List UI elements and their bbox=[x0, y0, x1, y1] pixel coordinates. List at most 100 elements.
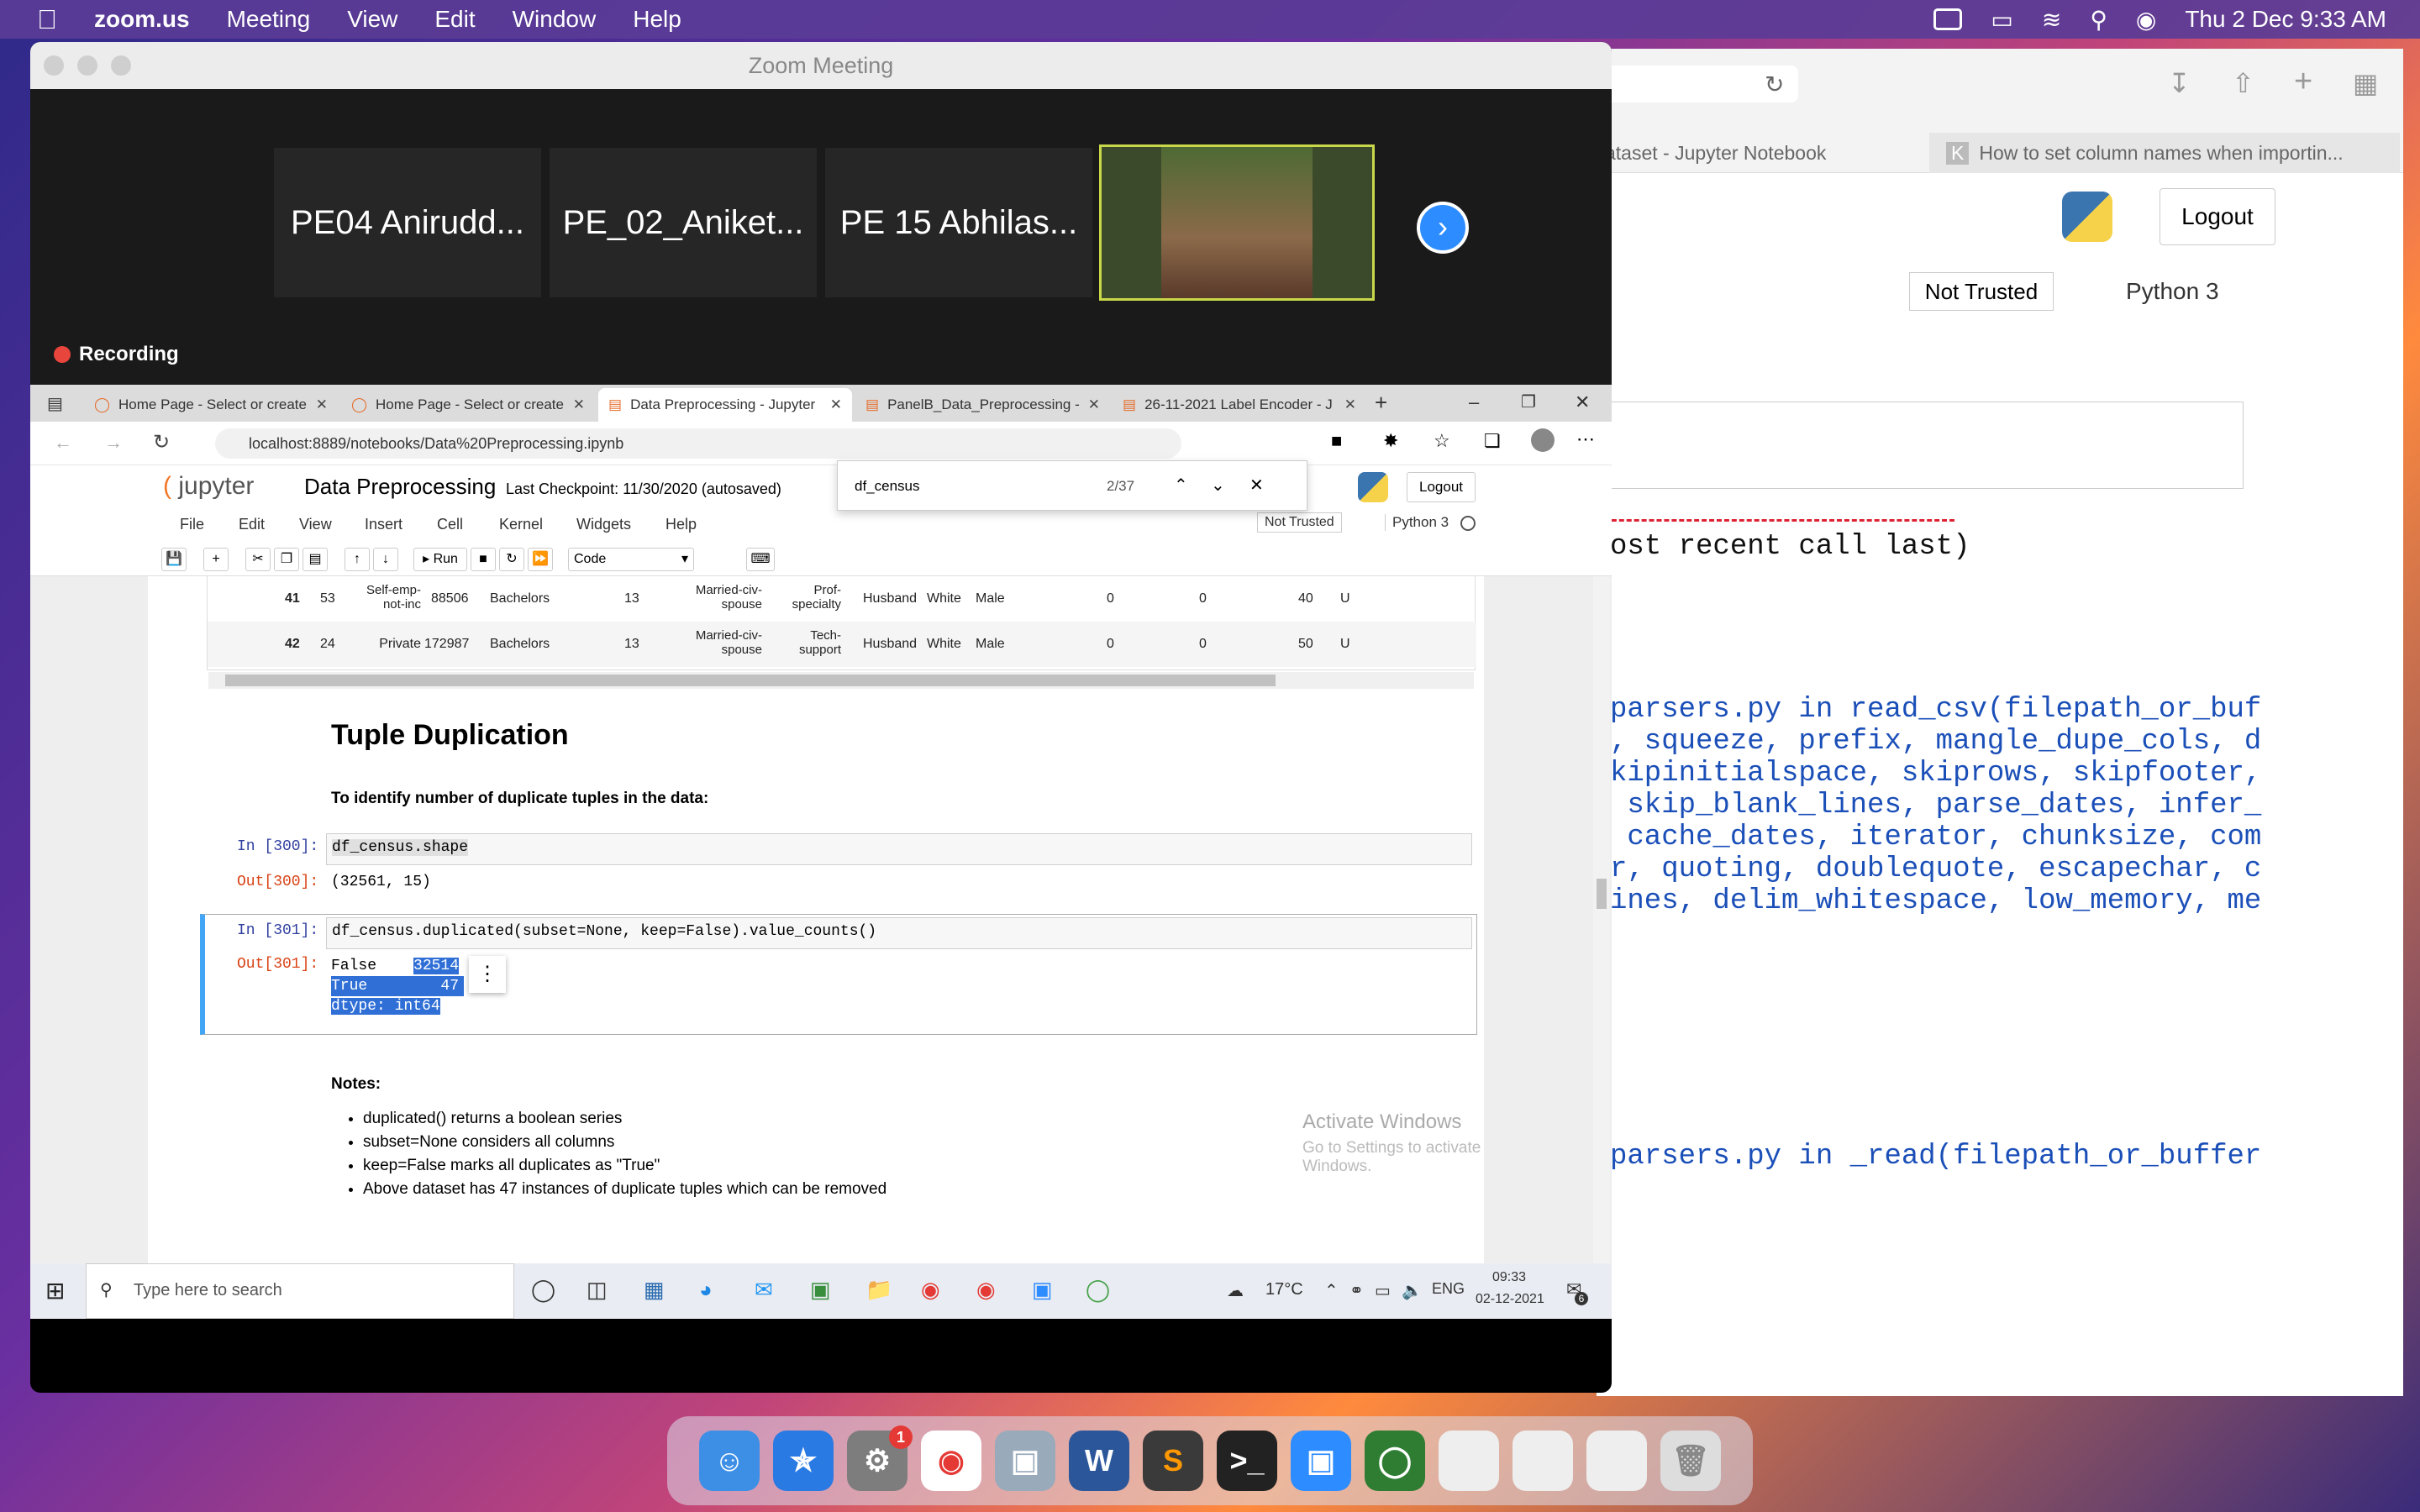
paste-icon[interactable]: ▤ bbox=[302, 548, 328, 571]
reload-icon[interactable]: ↻ bbox=[1765, 71, 1784, 98]
battery-icon[interactable]: ▭ bbox=[1991, 6, 2012, 34]
restart-run-all-icon[interactable]: ⏩ bbox=[528, 548, 553, 571]
copy-icon[interactable]: ❐ bbox=[274, 548, 299, 571]
recent-document-icon[interactable] bbox=[1512, 1431, 1573, 1491]
minimize-window-button[interactable] bbox=[77, 55, 97, 76]
participant-tile[interactable]: PE 15 Abhilas... bbox=[825, 148, 1092, 297]
menu-window[interactable]: Window bbox=[513, 6, 597, 33]
find-prev-icon[interactable]: ⌃ bbox=[1174, 475, 1188, 496]
recent-document-icon[interactable] bbox=[1439, 1431, 1499, 1491]
chrome-icon[interactable]: ◉ bbox=[921, 1431, 981, 1491]
recent-document-icon[interactable] bbox=[1586, 1431, 1647, 1491]
run-button[interactable]: ▸ Run bbox=[413, 548, 467, 571]
next-page-button[interactable]: › bbox=[1417, 202, 1469, 254]
file-explorer-icon[interactable]: 📁 bbox=[865, 1277, 892, 1303]
menu-edit[interactable]: Edit bbox=[239, 516, 265, 533]
edge-icon[interactable]: ◕ bbox=[699, 1277, 713, 1303]
chrome-profile-icon[interactable]: ◉ bbox=[976, 1277, 996, 1303]
chrome-icon[interactable]: ◉ bbox=[921, 1277, 940, 1303]
interrupt-icon[interactable]: ■ bbox=[471, 548, 496, 571]
apple-icon[interactable]:  bbox=[37, 4, 57, 35]
code-cell-input[interactable]: df_census.duplicated(subset=None, keep=F… bbox=[326, 917, 1472, 949]
find-next-icon[interactable]: ⌄ bbox=[1211, 475, 1225, 496]
app-menu[interactable]: zoom.us bbox=[94, 6, 190, 33]
store-icon[interactable]: ▦ bbox=[644, 1277, 665, 1303]
forward-icon[interactable]: → bbox=[104, 432, 123, 454]
network-icon[interactable]: ⚭ bbox=[1349, 1280, 1364, 1301]
close-window-button[interactable] bbox=[44, 55, 64, 76]
notebook-name[interactable]: Data Preprocessing bbox=[304, 474, 496, 500]
system-preferences-icon[interactable]: ⚙ 1 bbox=[847, 1425, 913, 1491]
favorites-icon[interactable]: ☆ bbox=[1434, 430, 1450, 452]
close-tab-icon[interactable]: ✕ bbox=[830, 396, 842, 413]
weather-icon[interactable]: ☁ bbox=[1227, 1280, 1244, 1301]
code-cell-input[interactable]: df_census.shape bbox=[326, 833, 1472, 865]
browser-tab[interactable]: ◯ Home Page - Select or create ✕ bbox=[341, 388, 595, 422]
safari-icon[interactable]: ✯ bbox=[773, 1431, 834, 1491]
wifi-icon[interactable]: ≋ bbox=[2042, 6, 2061, 34]
cut-icon[interactable]: ✂ bbox=[245, 548, 271, 571]
vertical-scrollbar[interactable] bbox=[1593, 576, 1610, 1263]
volume-icon[interactable]: 🔈 bbox=[1402, 1280, 1423, 1301]
word-icon[interactable]: W bbox=[1069, 1431, 1129, 1491]
menu-help[interactable]: Help bbox=[633, 6, 681, 33]
finder-icon[interactable]: ☺ bbox=[699, 1431, 760, 1491]
download-icon[interactable]: ↧ bbox=[2168, 67, 2191, 99]
bg-not-trusted[interactable]: Not Trusted bbox=[1909, 272, 2054, 311]
puzzle-icon[interactable]: ✸ bbox=[1383, 430, 1398, 452]
menu-widgets[interactable]: Widgets bbox=[576, 516, 631, 533]
close-browser-icon[interactable]: ✕ bbox=[1575, 391, 1590, 413]
menu-cell[interactable]: Cell bbox=[437, 516, 463, 533]
insert-cell-icon[interactable]: + bbox=[203, 548, 229, 571]
search-icon[interactable]: ⚲ bbox=[2090, 6, 2107, 34]
windows-start-icon[interactable]: ⊞ bbox=[45, 1277, 65, 1305]
bg-tab-1[interactable]: ataset - Jupyter Notebook bbox=[1605, 133, 1924, 173]
loading-app-icon[interactable]: ◯ bbox=[1086, 1277, 1110, 1303]
close-tab-icon[interactable]: ✕ bbox=[573, 396, 585, 413]
menu-meeting[interactable]: Meeting bbox=[227, 6, 311, 33]
taskbar-search-box[interactable]: ⚲ Type here to search bbox=[86, 1263, 514, 1319]
new-tab-icon[interactable]: + bbox=[2294, 64, 2312, 100]
browser-tab[interactable]: ▤ 26-11-2021 Label Encoder - J ✕ bbox=[1113, 388, 1366, 422]
url-field[interactable]: localhost:8889/notebooks/Data%20Preproce… bbox=[215, 428, 1181, 459]
menu-view[interactable]: View bbox=[347, 6, 397, 33]
zoom-status-icon[interactable] bbox=[1933, 8, 1963, 30]
menu-edit[interactable]: Edit bbox=[434, 6, 475, 33]
move-up-icon[interactable]: ↑ bbox=[345, 548, 370, 571]
terminal-icon[interactable]: >_ bbox=[1217, 1431, 1277, 1491]
zoom-icon[interactable]: ▣ bbox=[1291, 1431, 1351, 1491]
task-view-icon[interactable]: ◫ bbox=[587, 1277, 608, 1303]
command-palette-icon[interactable]: ⌨ bbox=[746, 548, 775, 571]
find-close-icon[interactable]: ✕ bbox=[1249, 475, 1264, 496]
sublime-text-icon[interactable]: S bbox=[1143, 1431, 1203, 1491]
share-icon[interactable]: ⇧ bbox=[2232, 67, 2254, 99]
minimize-icon[interactable]: – bbox=[1469, 391, 1479, 413]
scrollbar-thumb[interactable] bbox=[225, 675, 1276, 686]
zoom-taskbar-icon[interactable]: ▣ bbox=[1032, 1277, 1053, 1303]
horizontal-scrollbar[interactable] bbox=[208, 672, 1474, 689]
tray-chevron-icon[interactable]: ⌃ bbox=[1324, 1280, 1339, 1301]
profile-avatar[interactable] bbox=[1531, 428, 1555, 452]
taskbar-time[interactable]: 09:33 bbox=[1492, 1270, 1526, 1285]
taskbar-date[interactable]: 02-12-2021 bbox=[1476, 1292, 1544, 1307]
weather-temp[interactable]: 17°C bbox=[1265, 1280, 1303, 1299]
menu-file[interactable]: File bbox=[180, 516, 204, 533]
active-speaker-video[interactable] bbox=[1099, 144, 1375, 301]
cortana-icon[interactable]: ◯ bbox=[531, 1277, 555, 1303]
cell-type-select[interactable]: Code ▾ bbox=[568, 548, 694, 571]
menu-kernel[interactable]: Kernel bbox=[499, 516, 543, 533]
preview-icon[interactable]: ▣ bbox=[995, 1431, 1055, 1491]
battery-icon[interactable]: ▭ bbox=[1375, 1280, 1391, 1301]
tab-actions-icon[interactable]: ▤ bbox=[47, 393, 63, 414]
participant-tile[interactable]: PE04 Anirudd... bbox=[274, 148, 541, 297]
find-input[interactable]: df_census bbox=[855, 478, 920, 495]
browser-tab[interactable]: ▤ PanelB_Data_Preprocessing - ✕ bbox=[855, 388, 1109, 422]
trash-icon[interactable]: 🗑 bbox=[1660, 1431, 1721, 1491]
browser-tab[interactable]: ◯ Home Page - Select or create ✕ bbox=[84, 388, 338, 422]
participant-tile[interactable]: PE_02_Aniket... bbox=[550, 148, 817, 297]
menu-help[interactable]: Help bbox=[666, 516, 697, 533]
context-menu-icon[interactable]: ⋮ bbox=[469, 956, 506, 993]
back-icon[interactable]: ← bbox=[54, 432, 72, 454]
refresh-icon[interactable]: ↻ bbox=[153, 430, 170, 454]
restart-icon[interactable]: ↻ bbox=[499, 548, 524, 571]
